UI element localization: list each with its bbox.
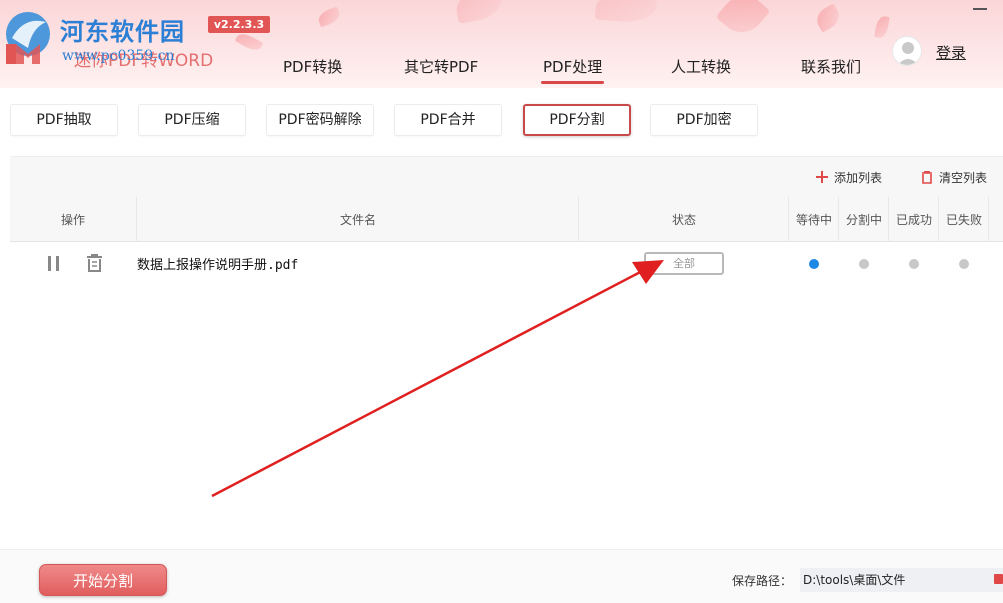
waiting-indicator (809, 259, 819, 269)
app-header: 迷你PDF转WORD 河东软件园 www.pc0359.cn v2.2.3.3 … (0, 0, 1003, 88)
success-indicator (909, 259, 919, 269)
subtab-pdf-extract[interactable]: PDF抽取 (10, 104, 118, 136)
column-divider (788, 197, 789, 242)
clear-list-button[interactable]: 清空列表 (921, 169, 987, 187)
header-splitting: 分割中 (845, 213, 882, 227)
logo-icon (6, 12, 50, 64)
trash-icon (921, 170, 933, 187)
start-split-button[interactable]: 开始分割 (39, 564, 167, 596)
nav-other-to-pdf[interactable]: 其它转PDF (404, 56, 478, 77)
panel-toolbar: 添加列表 清空列表 (10, 157, 1003, 197)
column-divider (838, 197, 839, 242)
clear-list-label: 清空列表 (939, 171, 988, 185)
plus-icon (816, 171, 828, 186)
save-path-label: 保存路径： (732, 574, 793, 588)
header-filename: 文件名 (339, 213, 376, 227)
sub-toolbar: PDF抽取 PDF压缩 PDF密码解除 PDF合并 PDF分割 PDF加密 (0, 88, 1003, 154)
column-divider (888, 197, 889, 242)
pause-icon[interactable] (47, 256, 61, 275)
logo: 迷你PDF转WORD 河东软件园 www.pc0359.cn v2.2.3.3 (2, 4, 270, 74)
column-divider (988, 197, 989, 242)
nav-contact-us[interactable]: 联系我们 (801, 56, 861, 77)
add-list-button[interactable]: 添加列表 (816, 169, 882, 186)
header-success: 已成功 (895, 213, 932, 227)
header-failed: 已失败 (945, 213, 982, 227)
petal-decoration (715, 0, 771, 42)
minimize-icon[interactable] (973, 8, 987, 10)
site-title: 河东软件园 (60, 17, 185, 46)
subtab-pdf-split[interactable]: PDF分割 (523, 104, 631, 136)
login-link[interactable]: 登录 (936, 42, 966, 63)
petal-decoration (316, 6, 342, 28)
save-path-field[interactable]: D:\tools\桌面\文件 (800, 568, 1003, 592)
column-divider (136, 197, 137, 242)
add-list-label: 添加列表 (834, 171, 883, 185)
folder-icon[interactable] (994, 574, 1003, 584)
nav-manual-convert[interactable]: 人工转换 (671, 56, 731, 77)
petal-decoration (453, 0, 505, 24)
file-list-panel: 添加列表 清空列表 操作 文件名 状态 等待中 分割中 已成功 已失败 数据上报… (10, 156, 1003, 548)
subtab-pdf-encrypt[interactable]: PDF加密 (650, 104, 758, 136)
user-avatar-icon[interactable] (892, 36, 922, 66)
file-name: 数据上报操作说明手册.pdf (137, 258, 299, 273)
footer-bar: 开始分割 保存路径： D:\tools\桌面\文件 (0, 549, 1003, 603)
column-divider (938, 197, 939, 242)
splitting-indicator (859, 259, 869, 269)
column-divider (578, 197, 579, 242)
petal-decoration (812, 3, 844, 33)
table-row[interactable]: 数据上报操作说明手册.pdf 全部 (10, 243, 1003, 285)
version-badge: v2.2.3.3 (208, 16, 270, 33)
nav-pdf-process[interactable]: PDF处理 (540, 56, 605, 84)
site-url: www.pc0359.cn (62, 48, 175, 64)
subtab-pdf-unlock[interactable]: PDF密码解除 (266, 104, 374, 136)
header-status: 状态 (671, 213, 696, 227)
subtab-pdf-compress[interactable]: PDF压缩 (138, 104, 246, 136)
nav-pdf-convert[interactable]: PDF转换 (283, 56, 342, 77)
header-action: 操作 (60, 213, 85, 227)
header-waiting: 等待中 (795, 213, 832, 227)
subtab-pdf-merge[interactable]: PDF合并 (394, 104, 502, 136)
table-header: 操作 文件名 状态 等待中 分割中 已成功 已失败 (10, 197, 1003, 242)
petal-decoration (594, 0, 658, 25)
delete-icon[interactable] (86, 254, 103, 276)
petal-decoration (874, 15, 890, 39)
status-filter-select[interactable]: 全部 (644, 252, 724, 275)
failed-indicator (959, 259, 969, 269)
